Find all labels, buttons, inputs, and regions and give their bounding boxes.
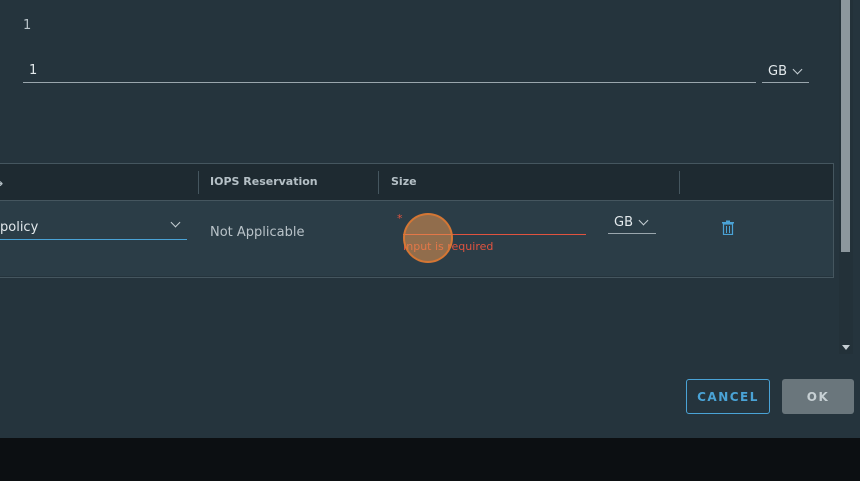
size-unit-select[interactable]: GB [608,212,656,234]
scroll-down-arrow-icon[interactable] [842,345,850,350]
chevron-down-icon [792,64,803,75]
top-value-text: 1 [23,18,32,33]
column-separator[interactable] [198,171,199,194]
capacity-input[interactable]: 1 [23,61,756,83]
header-size: Size [391,175,417,188]
cancel-button[interactable]: CANCEL [686,379,770,414]
size-unit-label: GB [614,215,633,230]
capacity-unit-label: GB [768,64,787,79]
storage-policy-value: policy [0,220,39,235]
chevron-down-icon [638,215,649,226]
ok-button[interactable]: OK [782,379,854,414]
background-overlay [0,438,860,481]
edit-disk-dialog: 1 1 GB → IOPS Reservation Size policy No… [0,0,860,438]
header-collapsed-arrow: → [0,177,3,190]
header-iops-reservation: IOPS Reservation [210,175,318,188]
grid-header: → IOPS Reservation Size [0,164,833,201]
storage-policy-select[interactable]: policy [0,217,187,240]
scrollbar-thumb[interactable] [841,0,850,252]
chevron-down-icon [170,217,181,228]
column-separator[interactable] [378,171,379,194]
size-required-mark: * [397,212,403,225]
touch-indicator [403,213,453,263]
capacity-unit-select[interactable]: GB [762,61,809,83]
vertical-scrollbar[interactable] [839,0,853,354]
column-separator[interactable] [679,171,680,194]
iops-reservation-value: Not Applicable [210,225,305,240]
trash-icon[interactable] [721,220,735,239]
